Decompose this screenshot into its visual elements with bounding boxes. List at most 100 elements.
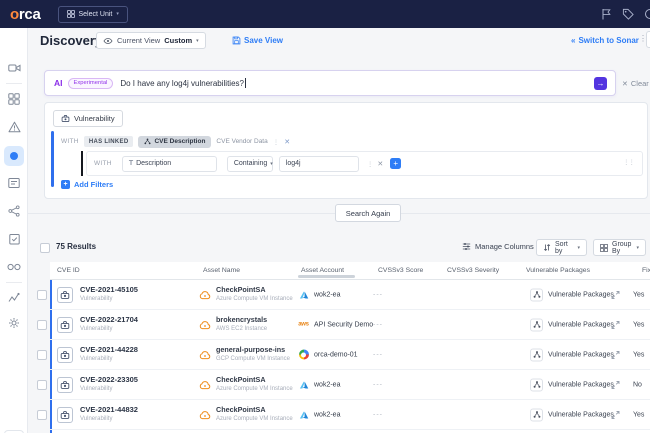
vulnerability-icon [57,347,73,363]
row-checkbox[interactable] [37,410,47,420]
tag-icon[interactable] [622,8,634,20]
cve-description-chip[interactable]: CVE Description [138,136,211,148]
select-unit-dropdown[interactable]: Select Unit ▾ [58,6,128,23]
compliance-icon[interactable] [7,232,21,246]
expand-icon[interactable] [611,290,620,299]
account-name-cell[interactable]: wok2-ea [314,411,340,418]
trends-icon[interactable] [7,290,21,304]
text-cursor [245,78,246,88]
account-name-cell[interactable]: wok2-ea [314,291,340,298]
field-selector[interactable]: T Description [122,156,217,172]
text-type-icon: T [129,160,133,167]
vulnerable-packages-link[interactable]: Vulnerable Packages [548,291,614,298]
table-row[interactable]: CVE-2022-21704 Vulnerability brokencryst… [50,310,650,340]
asset-name-cell[interactable]: general-purpose-ins GCP Compute VM Insta… [216,345,290,362]
remove-condition-icon[interactable]: ✕ [377,160,383,168]
search-again-button[interactable]: Search Again [335,204,401,222]
cve-id-cell[interactable]: CVE-2021-44832 Vulnerability [80,405,138,422]
topbar-actions [601,0,648,28]
table-row[interactable]: CVE-2022-23305 Vulnerability CheckPointS… [50,370,650,400]
value-input[interactable]: log4j [279,156,359,172]
switch-to-sonar-link[interactable]: « Switch to Sonar [571,36,639,45]
sort-by-dropdown[interactable]: Sort by ▾ [536,239,587,256]
cve-id-cell[interactable]: CVE-2022-21704 Vulnerability [80,315,138,332]
chevron-down-icon: ▾ [196,38,199,44]
table-row[interactable]: CVE-2021-44228 Vulnerability general-pur… [50,340,650,370]
compute-asset-icon [199,380,211,390]
asset-name-cell[interactable]: CheckPointSA Azure Compute VM Instance [216,405,293,422]
horizontal-scrollbar-thumb[interactable] [298,275,355,278]
cve-vendor-data-option[interactable]: CVE Vendor Data [216,138,267,145]
remove-filter-icon[interactable]: ✕ [284,138,290,146]
ai-submit-button[interactable]: → [594,77,607,90]
column-header-vulnerable-packages[interactable]: Vulnerable Packages [526,267,590,274]
row-checkbox[interactable] [37,380,47,390]
dashboard-icon[interactable] [7,92,21,106]
chevron-down-icon: ▾ [116,11,119,17]
column-header-fix-available[interactable]: Fix Available [642,267,650,274]
search-box-partial[interactable] [646,31,650,48]
azure-icon [299,410,309,419]
flag-icon[interactable] [601,8,612,20]
asset-name-cell[interactable]: CheckPointSA Azure Compute VM Instance [216,285,293,302]
inventory-icon[interactable] [7,176,21,190]
column-header-cvss-severity[interactable]: CVSSv3 Severity [447,267,499,274]
settings-gear-icon[interactable] [7,316,21,330]
operator-dropdown[interactable]: Containing ▾ [227,156,273,172]
ai-search-bar[interactable]: AI Experimental Do I have any log4j vuln… [44,70,616,96]
account-name-cell[interactable]: orca-demo-01 [314,351,358,358]
table-row[interactable]: CVE-2021-44832 Vulnerability CheckPointS… [50,400,650,430]
fix-available-cell: Yes [633,321,644,328]
table-row[interactable]: CVE-2021-45105 Vulnerability CheckPointS… [50,280,650,310]
expand-icon[interactable] [611,410,620,419]
has-linked-chip[interactable]: HAS LINKED [84,136,134,147]
account-name-cell[interactable]: wok2-ea [314,381,340,388]
results-count: 75 Results [56,242,96,251]
gcp-icon [299,350,309,360]
column-header-asset-account[interactable]: Asset Account [301,267,344,274]
vulnerable-packages-link[interactable]: Vulnerable Packages [548,351,614,358]
row-checkbox[interactable] [37,290,47,300]
asset-name-cell[interactable]: CheckPointSA Azure Compute VM Instance [216,375,293,392]
current-view-dropdown[interactable]: Current View Custom ▾ [96,32,206,49]
select-all-checkbox[interactable] [40,243,50,253]
radar-camera-icon[interactable] [7,61,21,75]
attack-path-icon[interactable] [7,204,21,218]
ai-query-input[interactable]: Do I have any log4j vulnerabilities? [120,78,594,88]
add-condition-button[interactable]: + [390,158,401,169]
cve-id-cell[interactable]: CVE-2021-45105 Vulnerability [80,285,138,302]
expand-icon[interactable] [611,380,620,389]
manage-columns-button[interactable]: Manage Columns [462,242,534,251]
save-view-button[interactable]: Save View [232,36,283,45]
account-provider-icon: aws [298,289,309,300]
group-by-dropdown[interactable]: Group By ▾ [593,239,646,256]
bell-icon[interactable] [644,8,650,20]
packages-icon [530,378,543,391]
alerts-icon[interactable] [7,120,21,134]
clear-query-button[interactable]: ✕ Clear [622,79,649,88]
asset-name-cell[interactable]: brokencrystals AWS EC2 Instance [216,315,267,332]
vulnerable-packages-link[interactable]: Vulnerable Packages [548,381,614,388]
column-header-cvss-score[interactable]: CVSSv3 Score [378,267,423,274]
cve-id-cell[interactable]: CVE-2022-23305 Vulnerability [80,375,138,392]
row-checkbox[interactable] [37,320,47,330]
drag-handle-icon[interactable]: ⋮⋮ [623,158,634,166]
entity-chip-vulnerability[interactable]: Vulnerability [53,110,123,127]
packages-icon [530,408,543,421]
chevron-down-icon: ▾ [577,245,580,251]
ai-label: AI [54,78,63,88]
vulnerable-packages-link[interactable]: Vulnerable Packages [548,411,614,418]
add-filters-button[interactable]: + Add Filters [61,180,113,189]
expand-icon[interactable] [611,320,620,329]
fix-available-cell: Yes [633,411,644,418]
row-checkbox[interactable] [37,350,47,360]
expand-icon[interactable] [611,350,620,359]
column-header-asset-name[interactable]: Asset Name [203,267,240,274]
cve-id-cell[interactable]: CVE-2021-44228 Vulnerability [80,345,138,362]
vulnerability-icon [57,407,73,423]
sidebar-item-discovery-active[interactable] [4,146,24,166]
column-header-cve-id[interactable]: CVE ID [57,267,80,274]
account-name-cell[interactable]: API Security Demo [314,321,373,328]
shift-left-infinity-icon[interactable] [7,260,21,274]
vulnerable-packages-link[interactable]: Vulnerable Packages [548,321,614,328]
